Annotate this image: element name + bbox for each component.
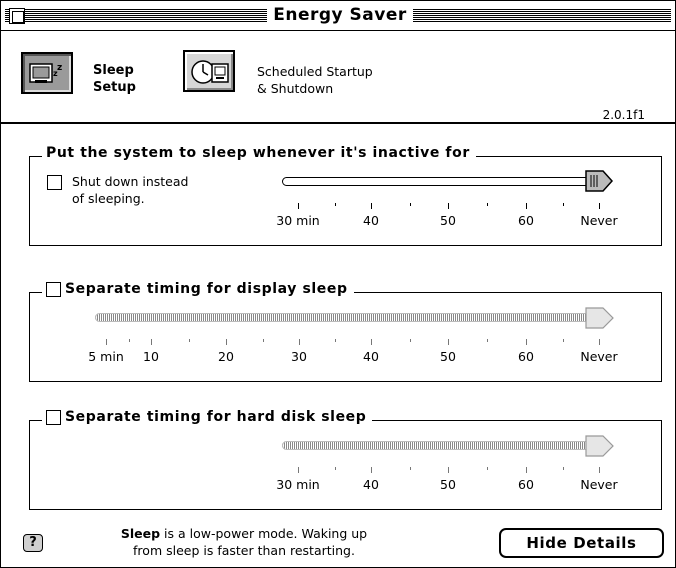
sleep-monitor-icon: z z bbox=[29, 63, 62, 83]
display-sleep-tick-label: 60 bbox=[518, 349, 534, 364]
shutdown-label-line1: Shut down instead bbox=[72, 174, 189, 189]
system-sleep-tick-label: 50 bbox=[440, 213, 456, 228]
disk-sleep-major-tick bbox=[526, 467, 527, 473]
disk-sleep-major-tick bbox=[599, 467, 600, 473]
display-sleep-minor-tick bbox=[487, 339, 488, 342]
display-sleep-major-tick bbox=[448, 339, 449, 345]
disk-sleep-major-tick bbox=[448, 467, 449, 473]
display-sleep-minor-tick bbox=[189, 339, 190, 342]
display-sleep-tick-label: 40 bbox=[363, 349, 379, 364]
scheduled-startup-label[interactable]: Scheduled Startup & Shutdown bbox=[257, 63, 373, 97]
title-bar[interactable]: Energy Saver bbox=[1, 1, 675, 31]
disk-sleep-minor-tick bbox=[410, 467, 411, 470]
system-sleep-major-tick bbox=[526, 203, 527, 209]
system-sleep-group: Put the system to sleep whenever it's in… bbox=[29, 145, 662, 246]
display-sleep-minor-tick bbox=[335, 339, 336, 342]
disk-sleep-tick-label: 40 bbox=[363, 477, 379, 492]
system-sleep-tick-label: 60 bbox=[518, 213, 534, 228]
version-label: 2.0.1f1 bbox=[602, 108, 645, 122]
disk-sleep-slider-track bbox=[282, 441, 610, 450]
help-text-bold: Sleep bbox=[120, 526, 161, 541]
system-sleep-major-tick bbox=[448, 203, 449, 209]
system-sleep-major-tick bbox=[298, 203, 299, 209]
display-sleep-tick-label: 50 bbox=[440, 349, 456, 364]
display-sleep-minor-tick bbox=[263, 339, 264, 342]
shutdown-instead-checkbox[interactable] bbox=[47, 175, 62, 190]
svg-text:z: z bbox=[57, 63, 62, 73]
system-sleep-major-tick bbox=[371, 203, 372, 209]
display-sleep-tick-label: 5 min bbox=[88, 349, 124, 364]
system-sleep-minor-tick bbox=[487, 203, 488, 206]
disk-sleep-minor-tick bbox=[335, 467, 336, 470]
help-text-line2: from sleep is faster than restarting. bbox=[133, 543, 355, 558]
shutdown-instead-option[interactable]: Shut down instead of sleeping. bbox=[47, 173, 188, 207]
disk-sleep-label: Separate timing for hard disk sleep bbox=[65, 409, 367, 425]
disk-sleep-major-tick bbox=[371, 467, 372, 473]
close-box-icon[interactable] bbox=[9, 8, 25, 24]
display-sleep-minor-tick bbox=[129, 339, 130, 342]
system-sleep-tick-label: 30 min bbox=[276, 213, 320, 228]
display-sleep-slider-thumb bbox=[585, 307, 614, 329]
help-text-line1: is a low-power mode. Waking up bbox=[160, 526, 368, 541]
disk-sleep-tick-label: Never bbox=[580, 477, 618, 492]
display-sleep-major-tick bbox=[106, 339, 107, 345]
disk-sleep-title[interactable]: Separate timing for hard disk sleep bbox=[42, 409, 373, 425]
mode-panel: z z Sleep Setup Scheduled Startup & Shut… bbox=[1, 32, 675, 124]
energy-saver-window: Energy Saver z z Sleep Setup Scheduled S… bbox=[0, 0, 676, 568]
sleep-setup-button[interactable]: z z bbox=[21, 52, 73, 94]
display-sleep-tick-label: 30 bbox=[291, 349, 307, 364]
system-sleep-tick-label: 40 bbox=[363, 213, 379, 228]
scheduled-startup-button[interactable] bbox=[183, 50, 235, 92]
system-sleep-slider-track[interactable] bbox=[282, 177, 610, 186]
disk-sleep-tick-label: 50 bbox=[440, 477, 456, 492]
disk-sleep-minor-tick bbox=[487, 467, 488, 470]
display-sleep-major-tick bbox=[371, 339, 372, 345]
clock-computer-icon bbox=[191, 60, 229, 84]
help-text: Sleep is a low-power mode. Waking up fro… bbox=[99, 525, 389, 559]
display-sleep-minor-tick bbox=[563, 339, 564, 342]
display-sleep-title[interactable]: Separate timing for display sleep bbox=[42, 281, 354, 297]
display-sleep-label: Separate timing for display sleep bbox=[65, 281, 348, 297]
disk-sleep-checkbox[interactable] bbox=[46, 409, 61, 425]
scheduled-label-line1: Scheduled Startup bbox=[257, 64, 373, 79]
display-sleep-slider-track bbox=[95, 313, 610, 322]
display-sleep-major-tick bbox=[526, 339, 527, 345]
shutdown-label-line2: of sleeping. bbox=[72, 191, 145, 206]
system-sleep-title: Put the system to sleep whenever it's in… bbox=[42, 145, 476, 161]
display-sleep-major-tick bbox=[299, 339, 300, 345]
hide-details-button[interactable]: Hide Details bbox=[499, 528, 664, 558]
disk-sleep-major-tick bbox=[298, 467, 299, 473]
display-sleep-tick-label: 20 bbox=[218, 349, 234, 364]
title-stripes-left bbox=[5, 9, 267, 23]
title-stripes-right bbox=[413, 9, 671, 23]
system-sleep-slider-thumb[interactable] bbox=[585, 170, 615, 192]
window-title: Energy Saver bbox=[267, 5, 413, 25]
system-sleep-minor-tick bbox=[563, 203, 564, 206]
sleep-setup-label[interactable]: Sleep Setup bbox=[93, 62, 136, 96]
disk-sleep-group: Separate timing for hard disk sleep 30 m… bbox=[29, 409, 662, 510]
display-sleep-major-tick bbox=[226, 339, 227, 345]
system-sleep-minor-tick bbox=[335, 203, 336, 206]
disk-sleep-tick-label: 30 min bbox=[276, 477, 320, 492]
disk-sleep-slider-thumb bbox=[585, 435, 614, 457]
display-sleep-tick-label: 10 bbox=[143, 349, 159, 364]
sleep-setup-label-line2: Setup bbox=[93, 80, 136, 95]
display-sleep-checkbox[interactable] bbox=[46, 281, 61, 297]
sleep-setup-label-line1: Sleep bbox=[93, 63, 134, 78]
display-sleep-group: Separate timing for display sleep 5 min 1… bbox=[29, 281, 662, 382]
display-sleep-major-tick bbox=[151, 339, 152, 345]
system-sleep-tick-label: Never bbox=[580, 213, 618, 228]
system-sleep-major-tick bbox=[599, 203, 600, 209]
question-mark-icon[interactable]: ? bbox=[23, 534, 43, 552]
disk-sleep-tick-label: 60 bbox=[518, 477, 534, 492]
display-sleep-minor-tick bbox=[410, 339, 411, 342]
display-sleep-major-tick bbox=[599, 339, 600, 345]
scheduled-label-line2: & Shutdown bbox=[257, 81, 334, 96]
display-sleep-tick-label: Never bbox=[580, 349, 618, 364]
system-sleep-minor-tick bbox=[410, 203, 411, 206]
disk-sleep-minor-tick bbox=[563, 467, 564, 470]
